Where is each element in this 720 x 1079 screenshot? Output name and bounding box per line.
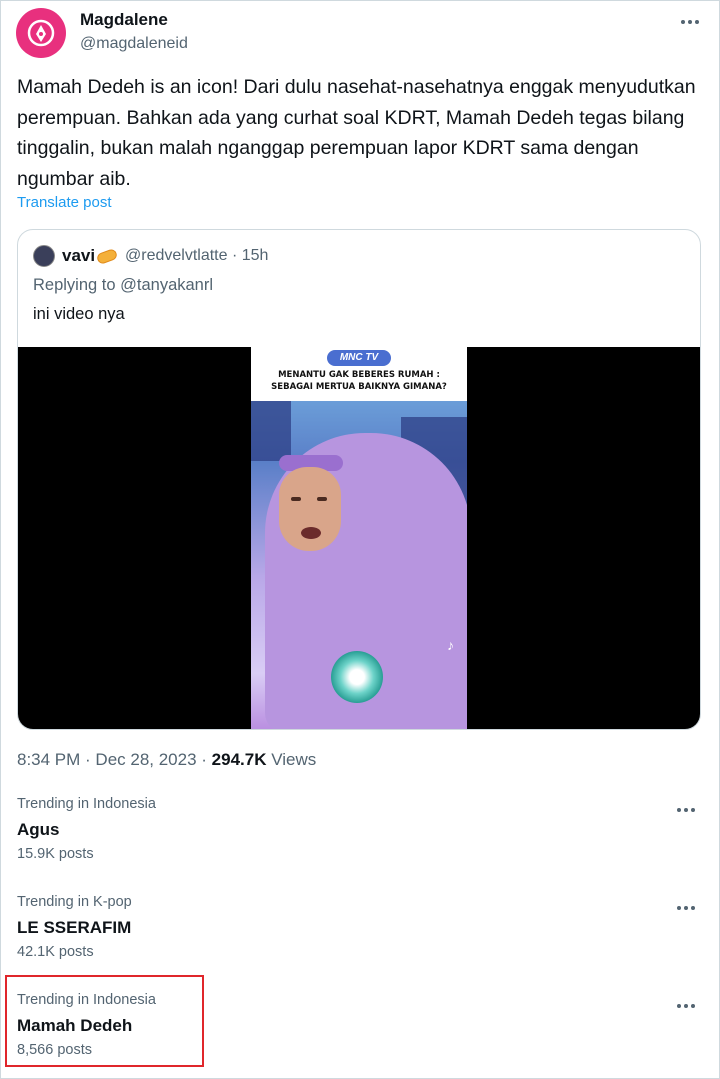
trend-item[interactable]: Trending in K-pop LE SSERAFIM 42.1K post… <box>17 894 617 960</box>
author-avatar[interactable] <box>16 8 66 58</box>
video-player[interactable]: ♪ MNC TV MENANTU GAK BEBERES RUMAH : SEB… <box>18 347 700 729</box>
post-more-icon[interactable] <box>678 12 702 32</box>
trend-category: Trending in Indonesia <box>17 796 156 812</box>
author-handle[interactable]: @magdaleneid <box>80 35 188 53</box>
quoted-author-name-text: vavi <box>62 246 96 265</box>
trend-category: Trending in K-pop <box>17 894 132 910</box>
video-caption-banner: MNC TV MENANTU GAK BEBERES RUMAH : SEBAG… <box>251 347 467 401</box>
post-timestamp[interactable]: 8:34 PM · Dec 28, 2023 · <box>17 750 212 769</box>
eye-shape <box>291 497 301 501</box>
views-count: 294.7K <box>211 750 267 769</box>
quoted-author-handle-time: @redvelvtlatte · 15h <box>125 247 269 264</box>
quoted-author-name[interactable]: vavi <box>62 246 119 266</box>
trend-post-count: 15.9K posts <box>17 846 94 862</box>
quoted-author-avatar[interactable] <box>33 245 55 267</box>
highlight-box <box>5 975 204 1067</box>
mouth-shape <box>301 527 321 539</box>
replying-to: Replying to @tanyakanrl <box>33 276 214 294</box>
emoji-icon <box>95 247 119 266</box>
trend-item[interactable]: Trending in Indonesia Agus 15.9K posts <box>17 796 617 862</box>
views-label: Views <box>266 750 317 769</box>
video-headline: MENANTU GAK BEBERES RUMAH : SEBAGAI MERT… <box>251 369 467 393</box>
trend-name: LE SSERAFIM <box>17 918 132 937</box>
trend-more-icon[interactable] <box>674 800 698 820</box>
tiktok-icon: ♪ <box>447 637 454 653</box>
pen-nib-icon <box>27 19 55 47</box>
video-headline-line1: MENANTU GAK BEBERES RUMAH : <box>278 370 440 380</box>
show-emblem-icon <box>331 651 383 703</box>
translate-post-link[interactable]: Translate post <box>17 194 112 211</box>
eye-shape <box>317 497 327 501</box>
post-meta: 8:34 PM · Dec 28, 2023 · 294.7K Views <box>17 750 316 770</box>
author-name[interactable]: Magdalene <box>80 10 168 30</box>
video-headline-line2: SEBAGAI MERTUA BAIKNYA GIMANA? <box>271 382 447 392</box>
quoted-post[interactable]: vavi @redvelvtlatte · 15h Replying to @t… <box>17 229 701 730</box>
channel-logo: MNC TV <box>327 350 391 366</box>
post-text: Mamah Dedeh is an icon! Dari dulu naseha… <box>17 76 696 190</box>
trend-more-icon[interactable] <box>674 996 698 1016</box>
video-thumbnail: ♪ MNC TV MENANTU GAK BEBERES RUMAH : SEB… <box>251 347 467 729</box>
trend-more-icon[interactable] <box>674 898 698 918</box>
background-tile <box>251 401 291 461</box>
trend-post-count: 42.1K posts <box>17 944 94 960</box>
quoted-post-text: ini video nya <box>33 305 125 323</box>
trend-name: Agus <box>17 820 60 839</box>
